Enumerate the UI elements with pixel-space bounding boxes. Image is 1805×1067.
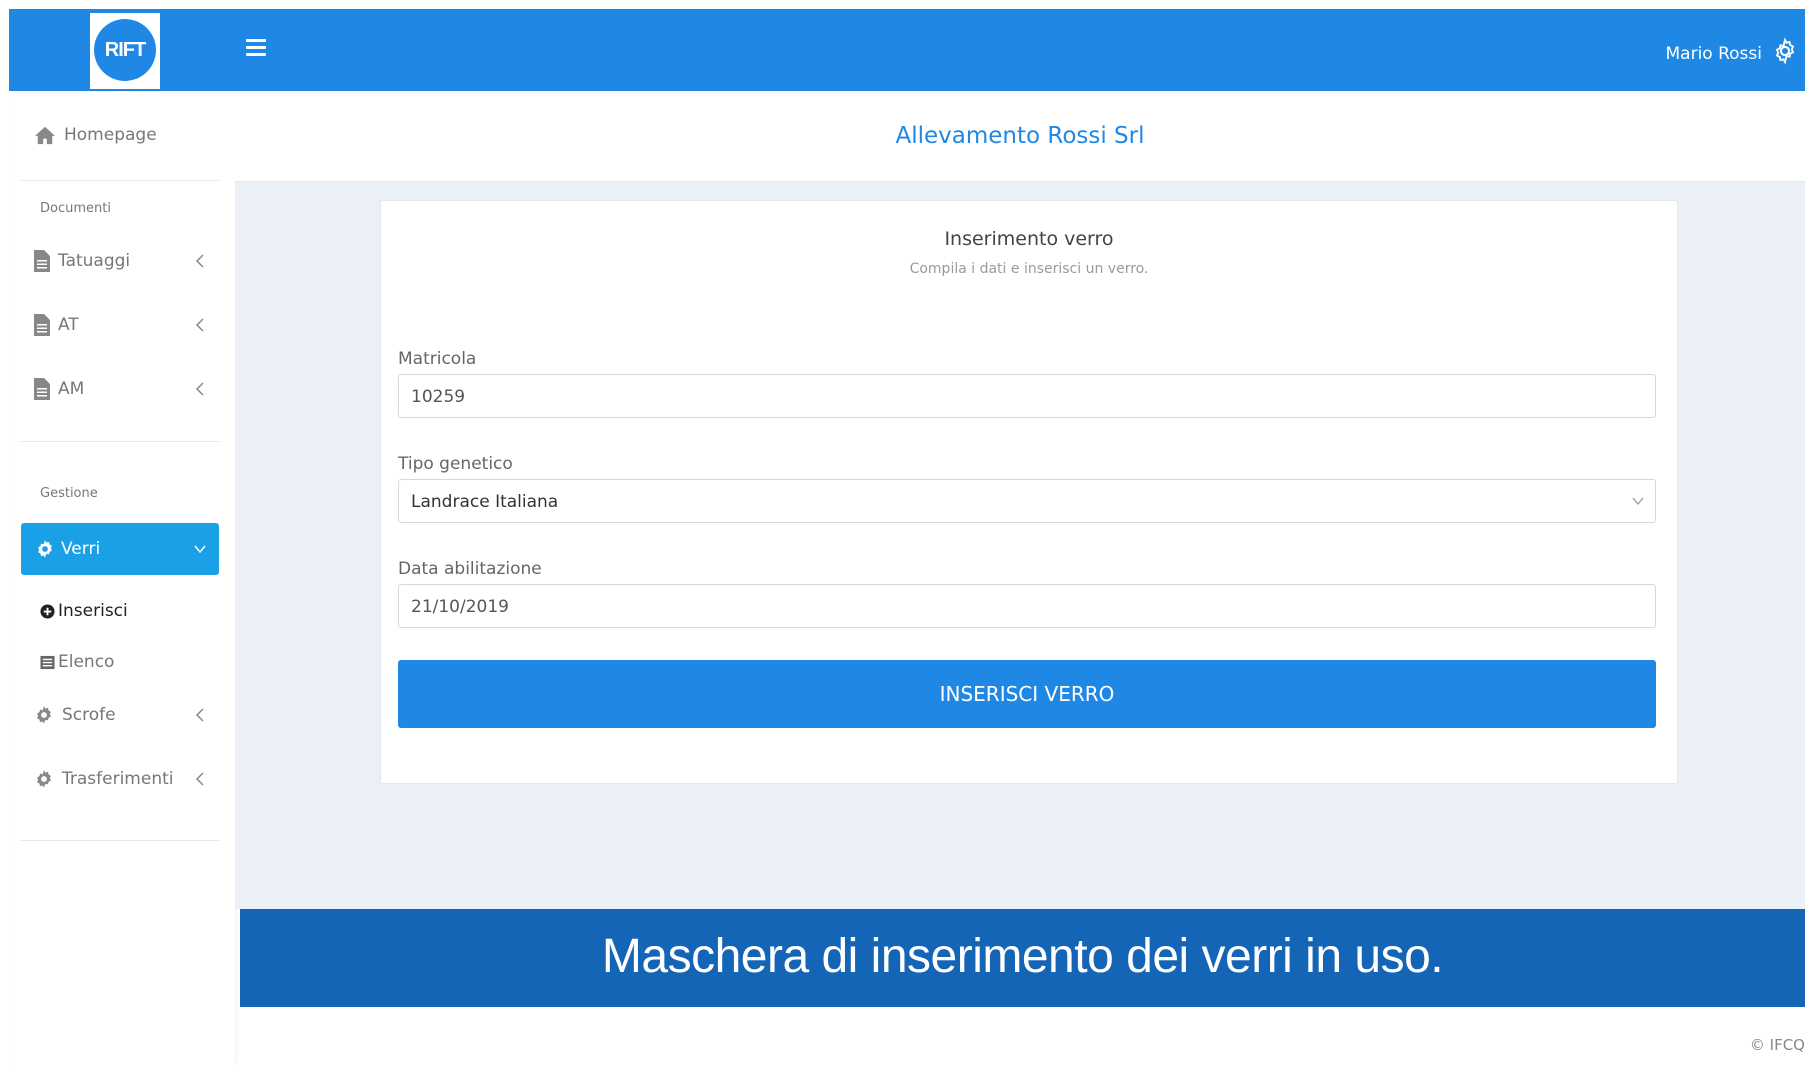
file-icon xyxy=(34,314,50,336)
insert-form-card: Inserimento verro Compila i dati e inser… xyxy=(380,200,1678,784)
sidebar-item-label: AM xyxy=(58,379,85,399)
user-name[interactable]: Mario Rossi xyxy=(1666,44,1763,64)
sidebar-item-am[interactable]: AM xyxy=(34,378,84,400)
sidebar-item-label: Homepage xyxy=(64,125,157,145)
sidebar-subitem-inserisci[interactable]: Inserisci xyxy=(40,601,128,621)
matricola-label: Matricola xyxy=(398,349,477,369)
chevron-left-icon[interactable] xyxy=(194,771,206,787)
form-title: Inserimento verro xyxy=(944,228,1114,250)
matricola-input[interactable]: 10259 xyxy=(398,374,1656,418)
company-header: Allevamento Rossi Srl xyxy=(235,91,1805,182)
section-title-management: Gestione xyxy=(40,486,98,501)
sidebar-item-label: Scrofe xyxy=(62,705,116,725)
list-icon xyxy=(40,655,55,669)
data-abilitazione-input[interactable]: 21/10/2019 xyxy=(398,584,1656,628)
footer-copyright: © IFCQ xyxy=(1749,1036,1805,1054)
sidebar-subitem-elenco[interactable]: Elenco xyxy=(40,652,114,672)
gear-icon xyxy=(37,706,51,724)
sidebar-item-label: AT xyxy=(58,315,79,335)
chevron-left-icon[interactable] xyxy=(194,381,206,397)
gear-icon[interactable] xyxy=(1771,37,1799,65)
sidebar-item-label: Tatuaggi xyxy=(58,251,131,271)
sidebar-item-at[interactable]: AT xyxy=(34,314,79,336)
sidebar-item-label: Elenco xyxy=(58,652,115,672)
section-title-documents: Documenti xyxy=(40,201,111,216)
logo[interactable]: RIFT xyxy=(90,13,160,89)
chevron-left-icon[interactable] xyxy=(194,317,206,333)
sidebar-item-scrofe[interactable]: Scrofe xyxy=(34,705,116,725)
tipo-genetico-select[interactable]: Landrace Italiana xyxy=(398,479,1656,523)
sidebar-item-label: Trasferimenti xyxy=(62,769,174,789)
sidebar-item-verri[interactable]: Verri xyxy=(21,523,219,575)
form-subtitle: Compila i dati e inserisci un verro. xyxy=(909,261,1149,277)
gear-icon xyxy=(38,540,52,558)
sidebar-item-tatuaggi[interactable]: Tatuaggi xyxy=(34,250,130,272)
tipo-genetico-label: Tipo genetico xyxy=(398,454,513,474)
tipo-genetico-value: Landrace Italiana xyxy=(411,492,559,512)
sidebar-item-homepage[interactable]: Homepage xyxy=(34,125,157,145)
data-abilitazione-value: 21/10/2019 xyxy=(411,597,509,617)
chevron-down-icon xyxy=(194,545,206,554)
matricola-value: 10259 xyxy=(411,387,466,407)
hamburger-icon[interactable] xyxy=(246,39,266,59)
logo-text: RIFT xyxy=(94,19,156,81)
sidebar-item-trasferimenti[interactable]: Trasferimenti xyxy=(34,769,174,789)
caption-banner: Maschera di inserimento dei verri in uso… xyxy=(240,909,1805,1007)
divider xyxy=(21,180,219,181)
company-name: Allevamento Rossi Srl xyxy=(895,123,1145,149)
file-icon xyxy=(34,250,50,272)
data-abilitazione-label: Data abilitazione xyxy=(398,559,542,579)
home-icon xyxy=(35,126,55,145)
divider xyxy=(21,441,219,442)
insert-verro-button[interactable]: INSERISCI VERRO xyxy=(398,660,1656,728)
sidebar: Homepage Documenti Tatuaggi AT AM Gestio… xyxy=(9,91,235,1067)
file-icon xyxy=(34,378,50,400)
chevron-down-icon xyxy=(1632,497,1644,506)
top-navbar: RIFT Mario Rossi xyxy=(9,9,1805,91)
chevron-left-icon[interactable] xyxy=(194,253,206,269)
chevron-left-icon[interactable] xyxy=(194,707,206,723)
gear-icon xyxy=(37,770,51,788)
divider xyxy=(21,840,219,841)
sidebar-item-label: Inserisci xyxy=(58,601,128,621)
plus-circle-icon xyxy=(40,603,55,619)
sidebar-item-label: Verri xyxy=(61,539,101,559)
caption-text: Maschera di inserimento dei verri in uso… xyxy=(601,930,1444,983)
